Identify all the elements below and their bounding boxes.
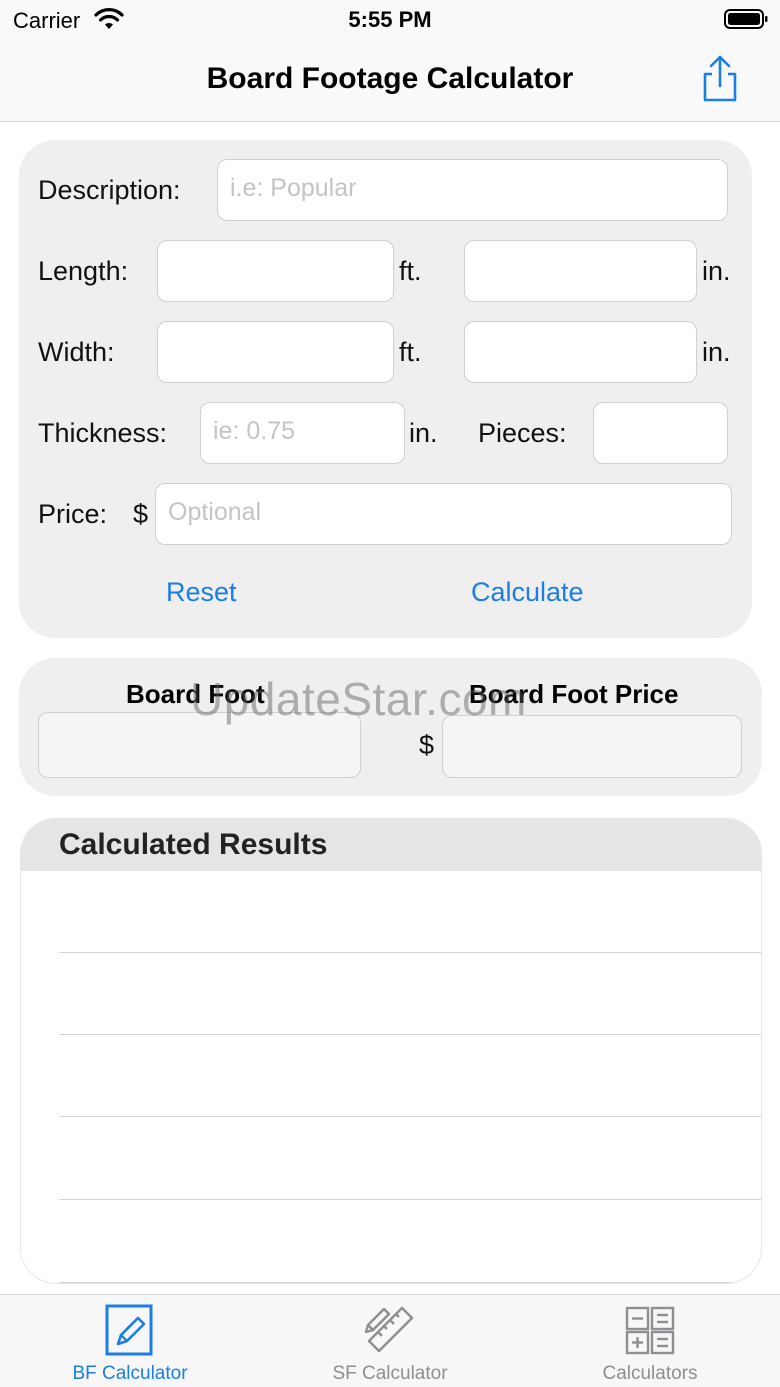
price-field[interactable]: Optional [155, 483, 732, 545]
tab-calculators[interactable]: Calculators [520, 1295, 780, 1387]
result-row[interactable] [59, 871, 761, 953]
width-in-field[interactable] [464, 321, 697, 383]
share-icon[interactable] [698, 54, 742, 104]
price-currency: $ [133, 499, 149, 529]
battery-icon [724, 9, 768, 29]
navigation-bar: Board Footage Calculator [0, 40, 780, 122]
width-in-unit: in. [702, 337, 731, 367]
width-label: Width: [38, 337, 115, 367]
tab-label: BF Calculator [72, 1363, 188, 1384]
description-label: Description: [38, 175, 181, 205]
result-row[interactable] [59, 953, 761, 1035]
pieces-field[interactable] [593, 402, 728, 464]
tab-sf-calculator[interactable]: SF Calculator [260, 1295, 520, 1387]
tab-label: SF Calculator [332, 1363, 448, 1384]
result-row[interactable] [59, 1035, 761, 1117]
thickness-field[interactable]: ie: 0.75 [200, 402, 405, 464]
board-foot-price-currency: $ [419, 730, 435, 760]
tab-bar: BF Calculator SF Calculator Calculators [0, 1294, 780, 1387]
reset-button[interactable]: Reset [166, 577, 237, 608]
board-foot-output [38, 712, 361, 778]
result-row[interactable] [59, 1118, 761, 1200]
length-ft-field[interactable] [157, 240, 394, 302]
results-title: Calculated Results [59, 828, 328, 861]
result-row[interactable] [59, 1201, 761, 1283]
description-field[interactable]: i.e: Popular [217, 159, 728, 221]
tab-bf-calculator[interactable]: BF Calculator [0, 1295, 260, 1387]
ruler-pencil-icon [364, 1306, 414, 1353]
status-bar: Carrier 5:55 PM [0, 0, 780, 40]
price-label: Price: [38, 499, 108, 529]
board-foot-price-label: Board Foot Price [469, 679, 679, 709]
thickness-label: Thickness: [38, 418, 168, 448]
board-foot-label: Board Foot [126, 679, 265, 709]
length-in-field[interactable] [464, 240, 697, 302]
input-form-card: Description: i.e: Popular Length: ft. in… [19, 140, 752, 638]
calculated-results-card: Calculated Results [20, 818, 762, 1284]
thickness-unit: in. [409, 418, 438, 448]
status-time: 5:55 PM [348, 7, 432, 32]
pencil-icon [105, 1304, 153, 1356]
results-header: Calculated Results [21, 819, 761, 871]
length-ft-unit: ft. [399, 256, 422, 286]
pieces-label: Pieces: [478, 418, 567, 448]
board-foot-price-output [442, 715, 742, 778]
length-in-unit: in. [702, 256, 731, 286]
width-ft-unit: ft. [399, 337, 422, 367]
calculator-icon [625, 1306, 675, 1355]
calculate-button[interactable]: Calculate [471, 577, 584, 608]
page-title: Board Footage Calculator [206, 62, 574, 95]
output-card: Board Foot Board Foot Price $ [19, 658, 762, 796]
tab-label: Calculators [602, 1363, 698, 1384]
length-label: Length: [38, 256, 129, 286]
width-ft-field[interactable] [157, 321, 394, 383]
